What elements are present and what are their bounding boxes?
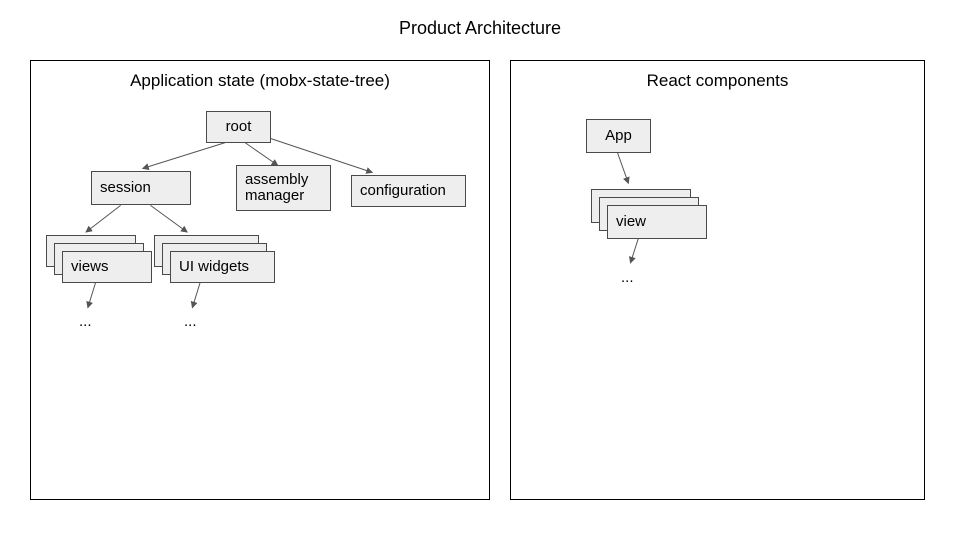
panel-application-state: Application state (mobx-state-tree) root…	[30, 60, 490, 500]
node-assembly-manager: assembly manager	[236, 165, 331, 211]
node-session: session	[91, 171, 191, 205]
panel-title-left: Application state (mobx-state-tree)	[31, 71, 489, 91]
node-ui-widgets: UI widgets	[170, 251, 275, 283]
page-title: Product Architecture	[0, 18, 960, 39]
node-views: views	[62, 251, 152, 283]
node-configuration: configuration	[351, 175, 466, 207]
panel-react-components: React components App view ...	[510, 60, 925, 500]
node-app: App	[586, 119, 651, 153]
ellipsis-view: ...	[621, 269, 634, 286]
ellipsis-views: ...	[79, 313, 92, 330]
node-view: view	[607, 205, 707, 239]
node-root: root	[206, 111, 271, 143]
ellipsis-widgets: ...	[184, 313, 197, 330]
connectors-right	[511, 61, 924, 499]
panel-title-right: React components	[511, 71, 924, 91]
